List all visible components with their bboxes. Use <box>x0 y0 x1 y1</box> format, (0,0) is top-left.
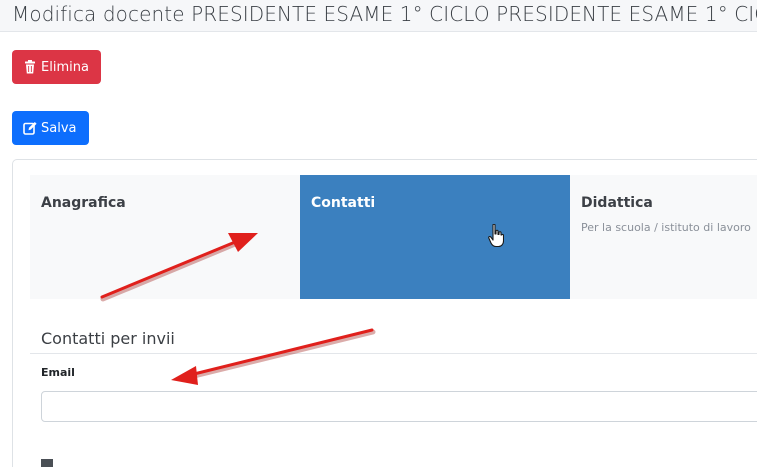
page-title: Modifica docente PRESIDENTE ESAME 1° CIC… <box>12 2 757 26</box>
title-bar: Modifica docente PRESIDENTE ESAME 1° CIC… <box>0 0 757 32</box>
delete-button-label: Elimina <box>41 59 89 75</box>
tab-anagrafica[interactable]: Anagrafica <box>30 175 300 299</box>
edit-icon <box>23 121 37 135</box>
section-title: Contatti per invii <box>41 329 175 348</box>
hand-cursor-icon <box>488 223 505 248</box>
tab-strip: Anagrafica Contatti Didattica Per la scu… <box>30 175 757 299</box>
save-button[interactable]: Salva <box>12 111 89 145</box>
tab-contatti[interactable]: Contatti <box>300 175 570 299</box>
trash-icon <box>23 60 37 74</box>
tab-anagrafica-label: Anagrafica <box>41 195 126 211</box>
delete-button[interactable]: Elimina <box>12 50 101 84</box>
tab-contatti-label: Contatti <box>311 195 376 211</box>
section-divider <box>30 353 757 354</box>
page: Modifica docente PRESIDENTE ESAME 1° CIC… <box>0 0 757 467</box>
tab-didattica[interactable]: Didattica Per la scuola / istituto di la… <box>570 175 757 299</box>
email-label: Email <box>41 366 75 379</box>
save-button-label: Salva <box>41 120 77 136</box>
tab-didattica-subtitle: Per la scuola / istituto di lavoro <box>581 221 751 234</box>
tab-didattica-label: Didattica <box>581 195 653 211</box>
next-field-label-partial <box>41 459 53 467</box>
email-field[interactable] <box>41 391 757 422</box>
